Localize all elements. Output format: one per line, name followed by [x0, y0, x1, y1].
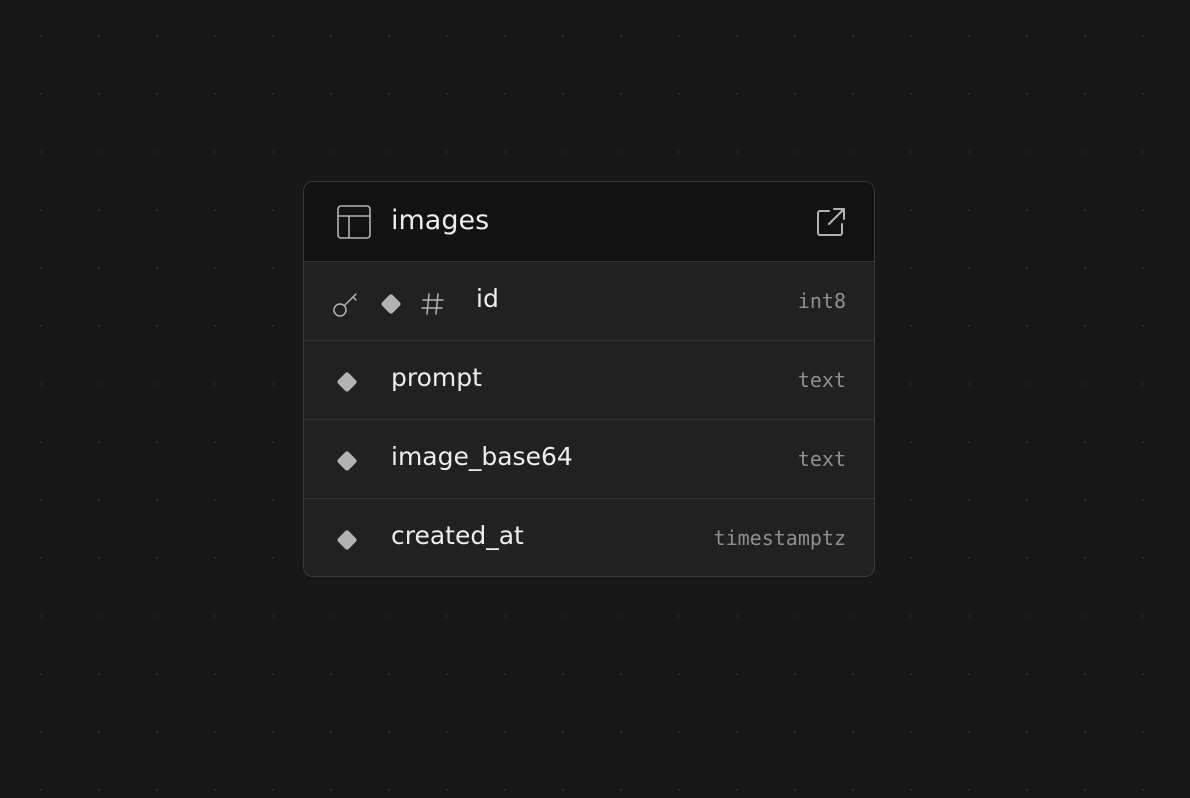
- column-type: text: [797, 368, 846, 392]
- column-name: created_at: [391, 521, 524, 550]
- table-name: images: [391, 205, 490, 236]
- key-icon: [333, 293, 357, 317]
- column-name: prompt: [391, 363, 482, 392]
- column-type: int8: [797, 289, 846, 313]
- column-row-prompt[interactable]: prompt text: [304, 341, 874, 420]
- diamond-icon: [337, 530, 357, 550]
- table-node-images[interactable]: images id int8 prompt text image_base64 …: [303, 181, 875, 577]
- column-name: id: [476, 284, 499, 313]
- hash-icon: [421, 293, 444, 315]
- column-row-id[interactable]: id int8: [304, 262, 874, 341]
- diamond-icon: [381, 294, 401, 314]
- column-name: image_base64: [391, 442, 573, 471]
- table-node-header: images: [304, 182, 874, 262]
- table-icon: [337, 205, 371, 239]
- column-type: timestamptz: [713, 526, 846, 550]
- external-link-icon[interactable]: [814, 205, 848, 239]
- diamond-icon: [337, 372, 357, 392]
- diamond-icon: [337, 451, 357, 471]
- column-row-created-at[interactable]: created_at timestamptz: [304, 499, 874, 576]
- column-type: text: [797, 447, 846, 471]
- column-row-image-base64[interactable]: image_base64 text: [304, 420, 874, 499]
